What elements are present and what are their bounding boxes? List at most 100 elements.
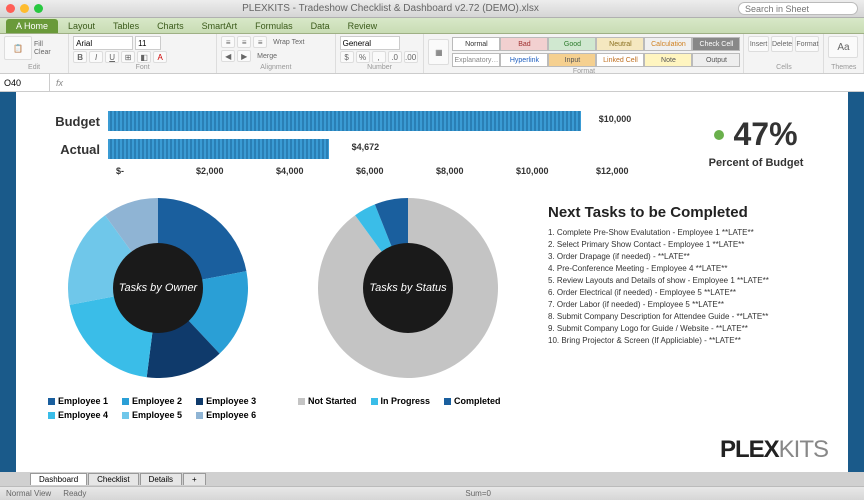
tab-home[interactable]: A Home xyxy=(6,19,58,33)
style-note[interactable]: Note xyxy=(644,53,692,67)
task-item-2: 2. Select Primary Show Contact - Employe… xyxy=(548,239,816,251)
task-item-8: 8. Submit Company Description for Attend… xyxy=(548,311,816,323)
number-format-select[interactable] xyxy=(340,36,400,50)
legend-employee-6: Employee 6 xyxy=(196,410,256,420)
style-bad[interactable]: Bad xyxy=(500,37,548,51)
style-input[interactable]: Input xyxy=(548,53,596,67)
style-checkcell[interactable]: Check Cell xyxy=(692,37,740,51)
task-item-6: 6. Order Electrical (if needed) - Employ… xyxy=(548,287,816,299)
task-item-5: 5. Review Layouts and Details of show - … xyxy=(548,275,816,287)
search-sheet-input[interactable] xyxy=(738,2,858,15)
minimize-window-button[interactable] xyxy=(20,4,29,13)
style-linkedcell[interactable]: Linked Cell xyxy=(596,53,644,67)
paste-button[interactable]: 📋 xyxy=(4,36,32,60)
style-explanatory[interactable]: Explanatory… xyxy=(452,53,500,67)
legend-employee-2: Employee 2 xyxy=(122,396,182,406)
brand-logo: PLEXKITS xyxy=(720,436,828,464)
insert-cells-button[interactable]: Insert xyxy=(748,36,768,52)
tab-smartart[interactable]: SmartArt xyxy=(194,19,246,33)
group-number: Number xyxy=(340,64,420,71)
next-tasks-panel: Next Tasks to be Completed 1. Complete P… xyxy=(548,198,816,420)
font-size-input[interactable] xyxy=(135,36,161,50)
group-alignment: Alignment xyxy=(221,64,330,71)
align-center-button[interactable]: ≡ xyxy=(237,36,251,48)
cell-styles-gallery[interactable]: NormalBadGoodNeutralCalculationCheck Cel… xyxy=(451,36,739,68)
percent-of-budget: 47% Percent of Budget xyxy=(696,110,816,169)
legend-employee-5: Employee 5 xyxy=(122,410,182,420)
dec-dec-button[interactable]: .00 xyxy=(404,51,418,63)
group-edit: Edit xyxy=(4,64,64,71)
sheet-tab-add[interactable]: + xyxy=(183,473,206,485)
fill-label[interactable]: Fill xyxy=(34,41,51,48)
currency-button[interactable]: $ xyxy=(340,51,354,63)
tasks-by-owner-chart: Tasks by Owner Employee 1Employee 2Emplo… xyxy=(48,198,268,420)
font-name-input[interactable] xyxy=(73,36,133,50)
name-box[interactable]: O40 xyxy=(0,74,50,91)
status-sum: Sum=0 xyxy=(465,489,491,498)
sheet-tab-dashboard[interactable]: Dashboard xyxy=(30,473,87,485)
tab-layout[interactable]: Layout xyxy=(60,19,103,33)
fx-icon[interactable]: fx xyxy=(50,78,69,88)
percent-button[interactable]: % xyxy=(356,51,370,63)
font-color-button[interactable]: A xyxy=(153,51,167,63)
close-window-button[interactable] xyxy=(6,4,15,13)
workspace: Budget$10,000Actual$4,672 $-$2,000$4,000… xyxy=(0,92,864,472)
tab-formulas[interactable]: Formulas xyxy=(247,19,301,33)
bold-button[interactable]: B xyxy=(73,51,87,63)
style-normal[interactable]: Normal xyxy=(452,37,500,51)
percent-label: Percent of Budget xyxy=(696,157,816,169)
formula-bar: O40 fx xyxy=(0,74,864,92)
sheet-tab-details[interactable]: Details xyxy=(140,473,182,485)
tab-review[interactable]: Review xyxy=(340,19,386,33)
view-mode[interactable]: Normal View xyxy=(6,489,51,498)
italic-button[interactable]: I xyxy=(89,51,103,63)
group-format: Format xyxy=(428,68,739,75)
status-bar: Normal View Ready Sum=0 xyxy=(0,486,864,500)
themes-button[interactable]: Aa xyxy=(828,36,858,58)
ribbon: 📋 Fill Clear Edit B I U ⊞ ◧ A Font ≡ ≡ ≡… xyxy=(0,34,864,74)
style-output[interactable]: Output xyxy=(692,53,740,67)
indent-inc-button[interactable]: ▶ xyxy=(237,50,251,62)
delete-cells-button[interactable]: Delete xyxy=(771,36,794,52)
indent-dec-button[interactable]: ◀ xyxy=(221,50,235,62)
bar-label-budget: Budget xyxy=(48,114,108,129)
cond-format-button[interactable]: ▦ xyxy=(428,39,449,65)
style-hyperlink[interactable]: Hyperlink xyxy=(500,53,548,67)
budget-bar-chart: Budget$10,000Actual$4,672 $-$2,000$4,000… xyxy=(48,110,676,176)
underline-button[interactable]: U xyxy=(105,51,119,63)
task-item-9: 9. Submit Company Logo for Guide / Websi… xyxy=(548,323,816,335)
comma-button[interactable]: , xyxy=(372,51,386,63)
legend-not-started: Not Started xyxy=(298,396,357,406)
wrap-text-button[interactable]: Wrap Text xyxy=(273,39,304,46)
group-font: Font xyxy=(73,64,212,71)
fill-color-button[interactable]: ◧ xyxy=(137,51,151,63)
clear-label[interactable]: Clear xyxy=(34,49,51,56)
tab-tables[interactable]: Tables xyxy=(105,19,147,33)
border-button[interactable]: ⊞ xyxy=(121,51,135,63)
dec-inc-button[interactable]: .0 xyxy=(388,51,402,63)
window-title: PLEXKITS - Tradeshow Checklist & Dashboa… xyxy=(43,3,738,14)
bar-label-actual: Actual xyxy=(48,142,108,157)
pie-title-owner: Tasks by Owner xyxy=(113,243,203,333)
task-item-10: 10. Bring Projector & Screen (If Applici… xyxy=(548,335,816,347)
legend-completed: Completed xyxy=(444,396,501,406)
style-calculation[interactable]: Calculation xyxy=(644,37,692,51)
style-neutral[interactable]: Neutral xyxy=(596,37,644,51)
status-dot-icon xyxy=(714,130,724,140)
legend-in-progress: In Progress xyxy=(371,396,431,406)
status-ready: Ready xyxy=(63,489,86,498)
merge-button[interactable]: Merge xyxy=(257,53,277,60)
align-left-button[interactable]: ≡ xyxy=(221,36,235,48)
group-cells: Cells xyxy=(748,64,819,71)
style-good[interactable]: Good xyxy=(548,37,596,51)
align-right-button[interactable]: ≡ xyxy=(253,36,267,48)
zoom-window-button[interactable] xyxy=(34,4,43,13)
format-cells-button[interactable]: Format xyxy=(795,36,819,52)
tab-charts[interactable]: Charts xyxy=(149,19,192,33)
bar-value-budget: $10,000 xyxy=(599,114,632,124)
sheet-canvas[interactable]: Budget$10,000Actual$4,672 $-$2,000$4,000… xyxy=(16,92,848,472)
sheet-tab-checklist[interactable]: Checklist xyxy=(88,473,138,485)
legend-employee-3: Employee 3 xyxy=(196,396,256,406)
tab-data[interactable]: Data xyxy=(303,19,338,33)
task-item-7: 7. Order Labor (if needed) - Employee 5 … xyxy=(548,299,816,311)
